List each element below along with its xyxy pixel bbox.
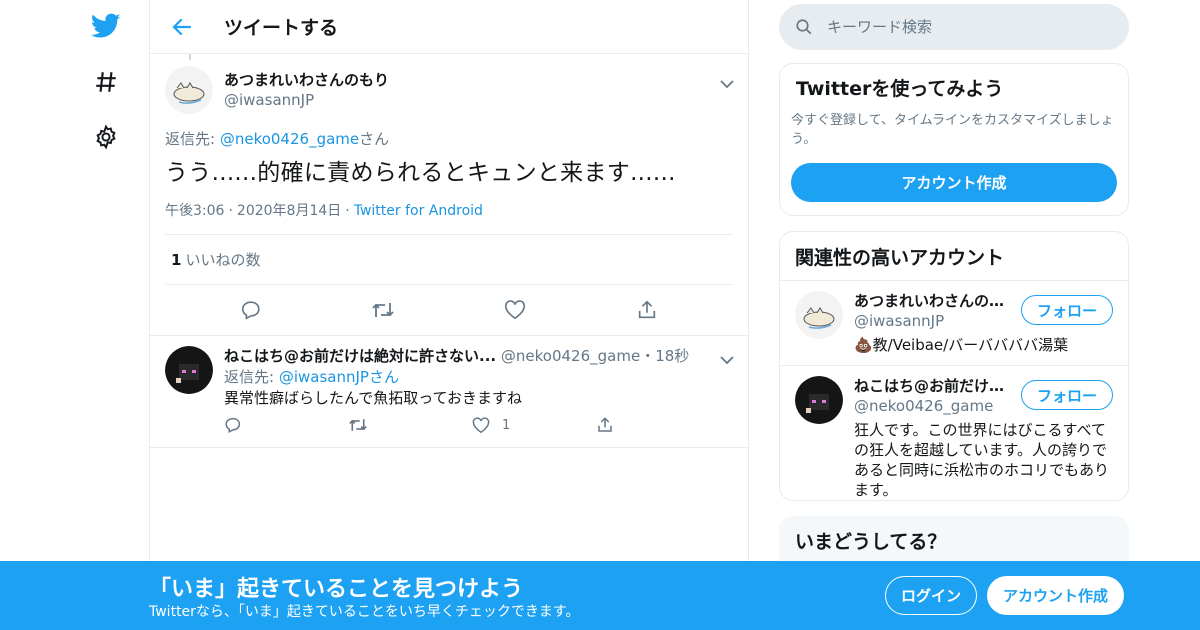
signup-banner: 「いま」起きていることを見つけよう Twitterなら、「いま」起きていることを… — [0, 561, 1200, 630]
related-account[interactable]: フォロー ねこはち@お前だけは絶対に許さない @neko0426_game 狂人… — [780, 365, 1128, 510]
avatar[interactable] — [795, 291, 843, 339]
display-name[interactable]: ねこはち@お前だけは絶対に許さない — [854, 376, 1006, 396]
reply-to-link[interactable]: @iwasannJPさん — [279, 368, 399, 386]
share-icon[interactable] — [629, 295, 665, 325]
avatar[interactable] — [165, 66, 213, 114]
page-title: ツイートする — [224, 17, 339, 39]
time-separator: ・ — [640, 347, 656, 365]
related-accounts-title: 関連性の高いアカウント — [780, 232, 1128, 281]
tweet-text: うう......的確に責められるとキュンと来ます...... — [165, 160, 676, 186]
related-accounts-card: 関連性の高いアカウント フォロー あつまれいわさんのもり @iwasannJP … — [779, 231, 1129, 501]
signup-card-desc: 今すぐ登録して、タイムラインをカスタマイズしましょう。 — [791, 113, 1114, 147]
create-account-button[interactable]: アカウント作成 — [987, 576, 1124, 615]
tweet-actions — [165, 285, 733, 325]
tweet-author[interactable]: あつまれいわさんのもり @iwasannJP — [165, 66, 733, 114]
banner-subtitle: Twitterなら、「いま」起きていることをいち早くチェックできます。 — [149, 604, 580, 620]
display-name[interactable]: あつまれいわさんのもり — [224, 70, 389, 90]
twitter-logo-icon[interactable] — [88, 8, 124, 44]
reply-icon[interactable] — [224, 416, 348, 434]
reply-to-prefix: 返信先: — [165, 130, 220, 148]
follow-button[interactable]: フォロー — [1021, 380, 1113, 410]
tweet-time[interactable]: 午後3:06 — [165, 203, 224, 219]
follow-button[interactable]: フォロー — [1021, 295, 1113, 325]
avatar[interactable] — [165, 346, 213, 394]
display-name[interactable]: あつまれいわさんのもり — [854, 291, 1006, 311]
tweet-meta: 午後3:06 · 2020年8月14日 · Twitter for Android — [165, 200, 733, 235]
likes-label: いいねの数 — [185, 251, 261, 269]
likes-count: 1 — [171, 251, 182, 269]
signup-card-title: Twitterを使ってみよう — [796, 78, 1004, 100]
tweet-text: 異常性癖ばらしたんで魚拓取っておきますね — [224, 389, 523, 407]
tweet-time[interactable]: 18秒 — [655, 347, 689, 365]
create-account-button[interactable]: アカウント作成 — [791, 163, 1117, 202]
settings-gear-icon[interactable] — [88, 119, 124, 155]
avatar[interactable] — [795, 376, 843, 424]
share-icon[interactable] — [596, 416, 720, 434]
like-count: 1 — [502, 417, 511, 433]
reply-to-link[interactable]: @neko0426_game — [220, 130, 359, 148]
thread-line — [189, 54, 191, 60]
tweet-source-link[interactable]: Twitter for Android — [354, 203, 483, 219]
display-name[interactable]: ねこはち@お前だけは絶対に許さない... — [224, 347, 496, 365]
login-button[interactable]: ログイン — [885, 576, 977, 615]
like-heart-icon[interactable] — [497, 295, 533, 325]
whats-happening-title: いまどうしてる？ — [795, 531, 947, 553]
focal-tweet: あつまれいわさんのもり @iwasannJP 返信先: @neko0426_ga… — [150, 54, 748, 336]
page: ツイートする あつまれいわさんのもり @iwasannJP 返信先: @neko… — [0, 0, 1200, 630]
reply-header: ねこはち@お前だけは絶対に許さない... @neko0426_game・18秒 — [224, 346, 733, 366]
reply-icon[interactable] — [233, 295, 269, 325]
chevron-down-icon[interactable] — [720, 74, 734, 93]
chevron-down-icon[interactable] — [720, 350, 734, 369]
search-input[interactable] — [827, 18, 1107, 36]
user-bio: 狂人です。この世界にはびこるすべての狂人を超越しています。人の誇りであると同時に… — [854, 421, 1110, 499]
reply-to-prefix: 返信先: — [224, 368, 279, 386]
user-handle[interactable]: @neko0426_game — [501, 347, 640, 365]
user-bio: 💩教/Veibae/バーババババ湯葉 — [854, 336, 1069, 354]
related-account[interactable]: フォロー あつまれいわさんのもり @iwasannJP 💩教/Veibae/バー… — [780, 281, 1128, 365]
back-arrow-icon[interactable] — [162, 7, 202, 47]
reply-to-line: 返信先: @neko0426_gameさん — [165, 128, 733, 149]
reply-to-line: 返信先: @iwasannJPさん — [224, 366, 733, 388]
tweet-date[interactable]: 2020年8月14日 — [237, 203, 341, 219]
likes-count-row[interactable]: 1 いいねの数 — [165, 235, 733, 285]
reply-tweet[interactable]: ねこはち@お前だけは絶対に許さない... @neko0426_game・18秒 … — [150, 336, 748, 448]
left-nav — [0, 0, 150, 630]
user-handle[interactable]: @iwasannJP — [224, 90, 389, 110]
tweet-actions: 1 — [224, 416, 733, 434]
explore-hashtag-icon[interactable] — [88, 64, 124, 100]
main-column: ツイートする あつまれいわさんのもり @iwasannJP 返信先: @neko… — [149, 0, 749, 630]
banner-title: 「いま」起きていることを見つけよう — [149, 577, 524, 602]
page-header: ツイートする — [150, 0, 748, 54]
reply-to-suffix: さん — [359, 130, 390, 148]
retweet-icon[interactable] — [365, 295, 401, 325]
signup-card: Twitterを使ってみよう 今すぐ登録して、タイムラインをカスタマイズしましょ… — [779, 63, 1129, 216]
like-heart-icon[interactable]: 1 — [472, 416, 596, 434]
retweet-icon[interactable] — [348, 416, 472, 434]
search-box[interactable] — [779, 4, 1129, 50]
search-icon — [796, 19, 812, 35]
